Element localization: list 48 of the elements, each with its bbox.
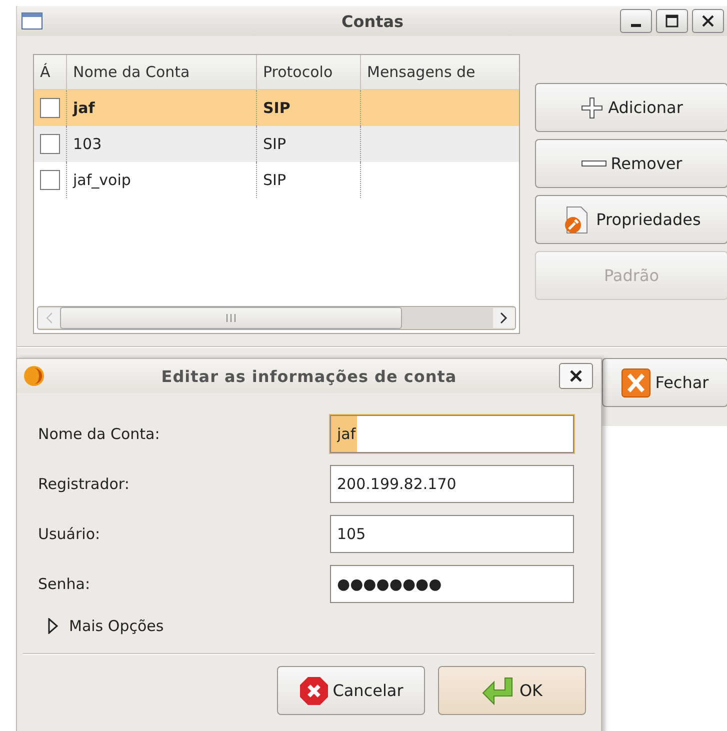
checkbox[interactable] [40,134,60,154]
input-field[interactable]: 200.199.82.170 [330,465,574,503]
window-menu-icon[interactable] [21,12,43,30]
minimize-button[interactable] [620,9,652,33]
column-header[interactable]: Nome da Conta [66,55,256,89]
field-label: Usuário: [38,525,102,543]
minimize-icon [630,24,642,26]
dialog-title: Editar as informações de conta [161,366,457,386]
table-cell: jaf_voip [66,162,256,198]
scroll-right-icon[interactable] [493,308,515,328]
close-button[interactable] [559,363,593,389]
collapsed-triangle-icon[interactable] [47,618,59,634]
close-button[interactable]: Fechar [602,358,727,407]
close-button[interactable] [692,9,724,33]
input-field[interactable]: 105 [330,515,574,553]
column-header[interactable]: Protocolo [256,55,360,89]
stop-icon [298,676,329,706]
input-field[interactable]: ●●●●●●●● [330,565,574,603]
enter-arrow-icon [481,676,516,706]
column-header[interactable]: Á [34,55,66,89]
horizontal-scrollbar[interactable] [37,306,516,330]
account-row[interactable]: 103 SIP [34,126,519,162]
dialog-button[interactable]: OK [438,666,586,715]
table-cell: SIP [256,162,360,198]
checkbox[interactable] [40,170,60,190]
field-label: Nome da Conta: [38,425,161,443]
close-icon [621,368,652,398]
action-button[interactable]: Remover [535,139,727,188]
field-label: Registrador: [38,475,130,493]
maximize-button[interactable] [656,9,688,33]
plus-icon [580,96,604,120]
app-logo-icon [23,365,45,387]
maximize-icon [665,14,679,28]
window-title: Contas [341,12,404,30]
dialog-button[interactable]: Cancelar [277,666,425,715]
close-icon [702,15,714,27]
column-header[interactable]: Mensagens de [360,55,519,89]
field-label: Senha: [38,575,92,593]
action-button[interactable]: Propriedades [535,195,727,244]
minus-icon [580,158,607,168]
accounts-list[interactable]: Á Nome da Conta Protocolo Mensagens de jaf SIP 103 SIP jaf_voip SIP [33,54,520,334]
account-row[interactable]: jaf SIP [34,90,519,126]
input-field[interactable]: jaf [330,415,574,453]
checkbox[interactable] [40,98,60,118]
action-button[interactable]: Adicionar [535,83,727,132]
scrollbar-thumb[interactable] [60,307,402,329]
expander-label[interactable]: Mais Opções [69,617,164,635]
close-icon [570,370,582,382]
